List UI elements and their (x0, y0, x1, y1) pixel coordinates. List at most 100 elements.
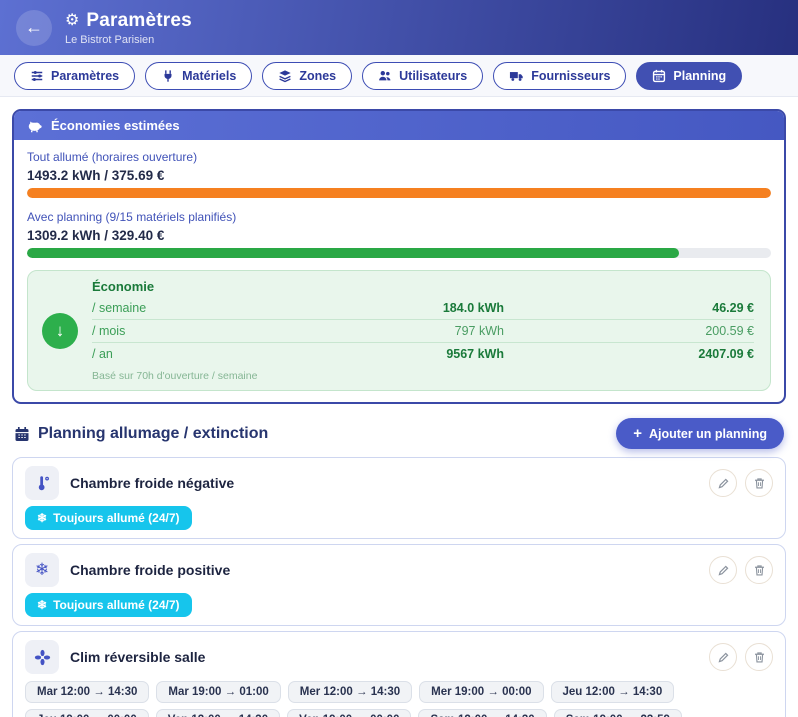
trash-icon (753, 651, 766, 664)
equipment-name: Chambre froide négative (70, 475, 698, 491)
equipment-name: Chambre froide positive (70, 562, 698, 578)
period-label: / semaine (92, 301, 294, 315)
tab-label: Utilisateurs (399, 69, 467, 83)
schedule-chip: Mar 19:00 → 01:00 (156, 681, 280, 703)
pencil-icon (717, 564, 730, 577)
kwh-value: 797 kWh (294, 324, 504, 338)
kwh-value: 9567 kWh (294, 347, 504, 361)
tab-bar: Paramètres Matériels Zones Utilisateurs … (0, 55, 798, 97)
planning-section-header: Planning allumage / extinction + Ajouter… (14, 418, 784, 449)
add-planning-button[interactable]: + Ajouter un planning (616, 418, 784, 449)
schedule-chip: Sam 19:00 → 23:59 (554, 709, 682, 717)
schedule-chip: Ven 19:00 → 00:00 (287, 709, 411, 717)
calendar-icon (14, 426, 30, 442)
main-content: Économies estimées Tout allumé (horaires… (0, 97, 798, 717)
all-on-value: 1493.2 kWh / 375.69 € (27, 168, 771, 183)
back-arrow-icon: ← (25, 17, 43, 38)
with-planning-label: Avec planning (9/15 matériels planifiés) (27, 210, 771, 224)
trash-icon (753, 477, 766, 490)
badge-label: Toujours allumé (24/7) (53, 598, 179, 612)
with-planning-progress-track (27, 248, 771, 258)
planning-section-title-text: Planning allumage / extinction (38, 425, 268, 443)
savings-card: Économies estimées Tout allumé (horaires… (12, 109, 786, 404)
tab-planning[interactable]: Planning (636, 62, 742, 90)
trash-icon (753, 564, 766, 577)
planning-card-chambre-negative: Chambre froide négative ❄ Toujours allum… (12, 457, 786, 539)
thermometer-icon (25, 466, 59, 500)
planning-card-clim: Clim réversible salle Mar 12:00 → 14:30 … (12, 631, 786, 717)
euro-value: 2407.09 € (504, 347, 754, 361)
page-title: Paramètres (86, 10, 192, 32)
users-icon (378, 69, 392, 83)
restaurant-name: Le Bistrot Parisien (65, 34, 192, 46)
layers-icon (278, 69, 292, 83)
always-on-badge: ❄ Toujours allumé (24/7) (25, 593, 192, 617)
with-planning-value: 1309.2 kWh / 329.40 € (27, 228, 771, 243)
economy-row-month: / mois 797 kWh 200.59 € (92, 320, 754, 343)
equipment-name: Clim réversible salle (70, 649, 698, 665)
pencil-icon (717, 651, 730, 664)
economy-footnote: Basé sur 70h d'ouverture / semaine (92, 370, 754, 382)
app-header: ← ⚙ Paramètres Le Bistrot Parisien (0, 0, 798, 55)
schedule-chip: Mer 19:00 → 00:00 (419, 681, 543, 703)
always-on-badge: ❄ Toujours allumé (24/7) (25, 506, 192, 530)
header-text: ⚙ Paramètres Le Bistrot Parisien (65, 10, 192, 46)
period-label: / an (92, 347, 294, 361)
edit-button[interactable] (709, 556, 737, 584)
schedule-chip: Sam 12:00 → 14:30 (418, 709, 546, 717)
fan-icon (25, 640, 59, 674)
all-on-label: Tout allumé (horaires ouverture) (27, 150, 771, 164)
kwh-value: 184.0 kWh (294, 301, 504, 315)
with-planning-progress-fill (27, 248, 679, 258)
all-on-progress-fill (27, 188, 771, 198)
period-label: / mois (92, 324, 294, 338)
tab-parametres[interactable]: Paramètres (14, 62, 135, 90)
planning-card-chambre-positive: ❄ Chambre froide positive ❄ Toujours all… (12, 544, 786, 626)
savings-card-title: Économies estimées (51, 118, 180, 133)
schedule-chip: Ven 12:00 → 14:30 (156, 709, 280, 717)
snowflake-icon: ❄ (25, 553, 59, 587)
back-button[interactable]: ← (16, 10, 52, 46)
economy-row-year: / an 9567 kWh 2407.09 € (92, 343, 754, 365)
delete-button[interactable] (745, 643, 773, 671)
badge-label: Toujours allumé (24/7) (53, 511, 179, 525)
truck-icon (509, 69, 524, 83)
delete-button[interactable] (745, 556, 773, 584)
tab-label: Matériels (182, 69, 236, 83)
tab-label: Planning (673, 69, 726, 83)
all-on-progress-track (27, 188, 771, 198)
edit-button[interactable] (709, 469, 737, 497)
tab-materiels[interactable]: Matériels (145, 62, 252, 90)
tab-label: Paramètres (51, 69, 119, 83)
calendar-icon (652, 69, 666, 83)
schedule-chips: Mar 12:00 → 14:30 Mar 19:00 → 01:00 Mer … (25, 681, 773, 717)
economy-title: Économie (92, 279, 754, 297)
tab-utilisateurs[interactable]: Utilisateurs (362, 62, 483, 90)
planning-section-title: Planning allumage / extinction (14, 425, 268, 443)
down-arrow-icon: ↓ (42, 313, 78, 349)
edit-button[interactable] (709, 643, 737, 671)
snowflake-icon: ❄ (37, 511, 47, 525)
euro-value: 200.59 € (504, 324, 754, 338)
economy-summary-box: ↓ Économie / semaine 184.0 kWh 46.29 € /… (27, 270, 771, 391)
plus-icon: + (633, 426, 642, 441)
schedule-chip: Mer 12:00 → 14:30 (288, 681, 412, 703)
plug-icon (161, 69, 175, 83)
add-planning-label: Ajouter un planning (649, 427, 767, 441)
schedule-chip: Jeu 12:00 → 14:30 (551, 681, 675, 703)
savings-card-header: Économies estimées (14, 111, 784, 140)
tab-label: Zones (299, 69, 336, 83)
economy-row-week: / semaine 184.0 kWh 46.29 € (92, 297, 754, 320)
schedule-chip: Mar 12:00 → 14:30 (25, 681, 149, 703)
snowflake-icon: ❄ (37, 598, 47, 612)
tab-fournisseurs[interactable]: Fournisseurs (493, 62, 626, 90)
euro-value: 46.29 € (504, 301, 754, 315)
tab-label: Fournisseurs (531, 69, 610, 83)
delete-button[interactable] (745, 469, 773, 497)
pencil-icon (717, 477, 730, 490)
gear-icon: ⚙ (65, 13, 79, 29)
tab-zones[interactable]: Zones (262, 62, 352, 90)
schedule-chip: Jeu 19:00 → 00:00 (25, 709, 149, 717)
piggy-bank-icon (27, 119, 43, 133)
sliders-icon (30, 69, 44, 83)
